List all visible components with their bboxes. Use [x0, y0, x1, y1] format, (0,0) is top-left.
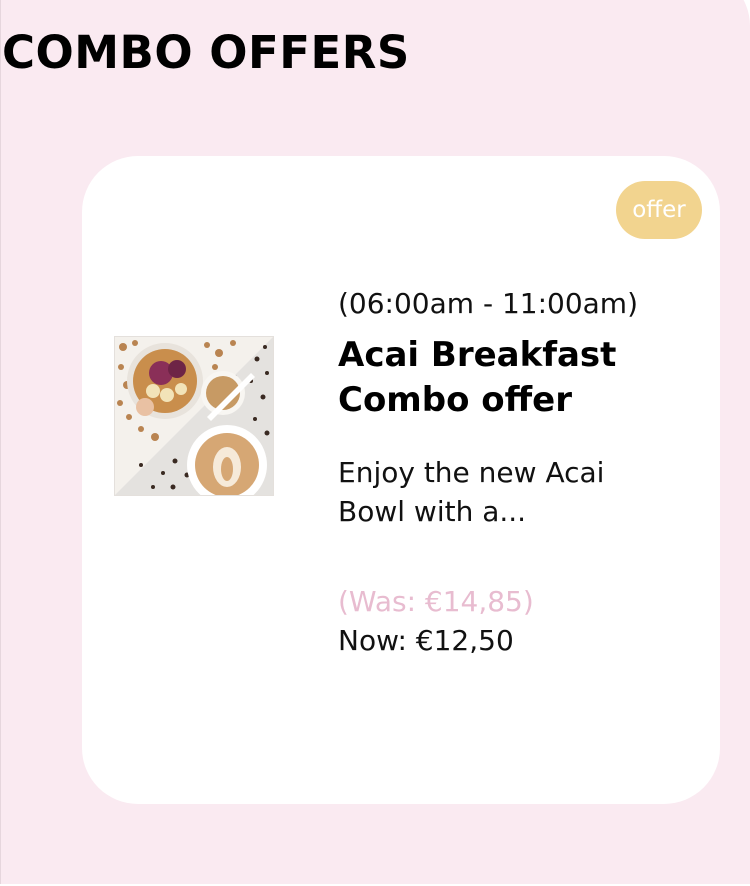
section-title: COMBO OFFERS	[2, 26, 410, 79]
offer-badge: offer	[616, 181, 702, 239]
offer-description: Enjoy the new Acai Bowl with a...	[338, 456, 605, 528]
offer-now-price: Now: €12,50	[338, 624, 514, 657]
offer-hours: (06:00am - 11:00am)	[338, 287, 639, 320]
offer-info: (06:00am - 11:00am) Acai Breakfast Combo…	[338, 284, 638, 660]
acai-bowl-and-latte-photo-icon	[115, 337, 273, 495]
offer-card[interactable]: offer (06:00am - 11:00am) Acai Breakfast…	[82, 156, 720, 804]
offer-title[interactable]: Acai Breakfast Combo offer	[338, 333, 638, 423]
offer-image[interactable]	[114, 336, 274, 496]
offer-was-price: (Was: €14,85)	[338, 585, 534, 618]
